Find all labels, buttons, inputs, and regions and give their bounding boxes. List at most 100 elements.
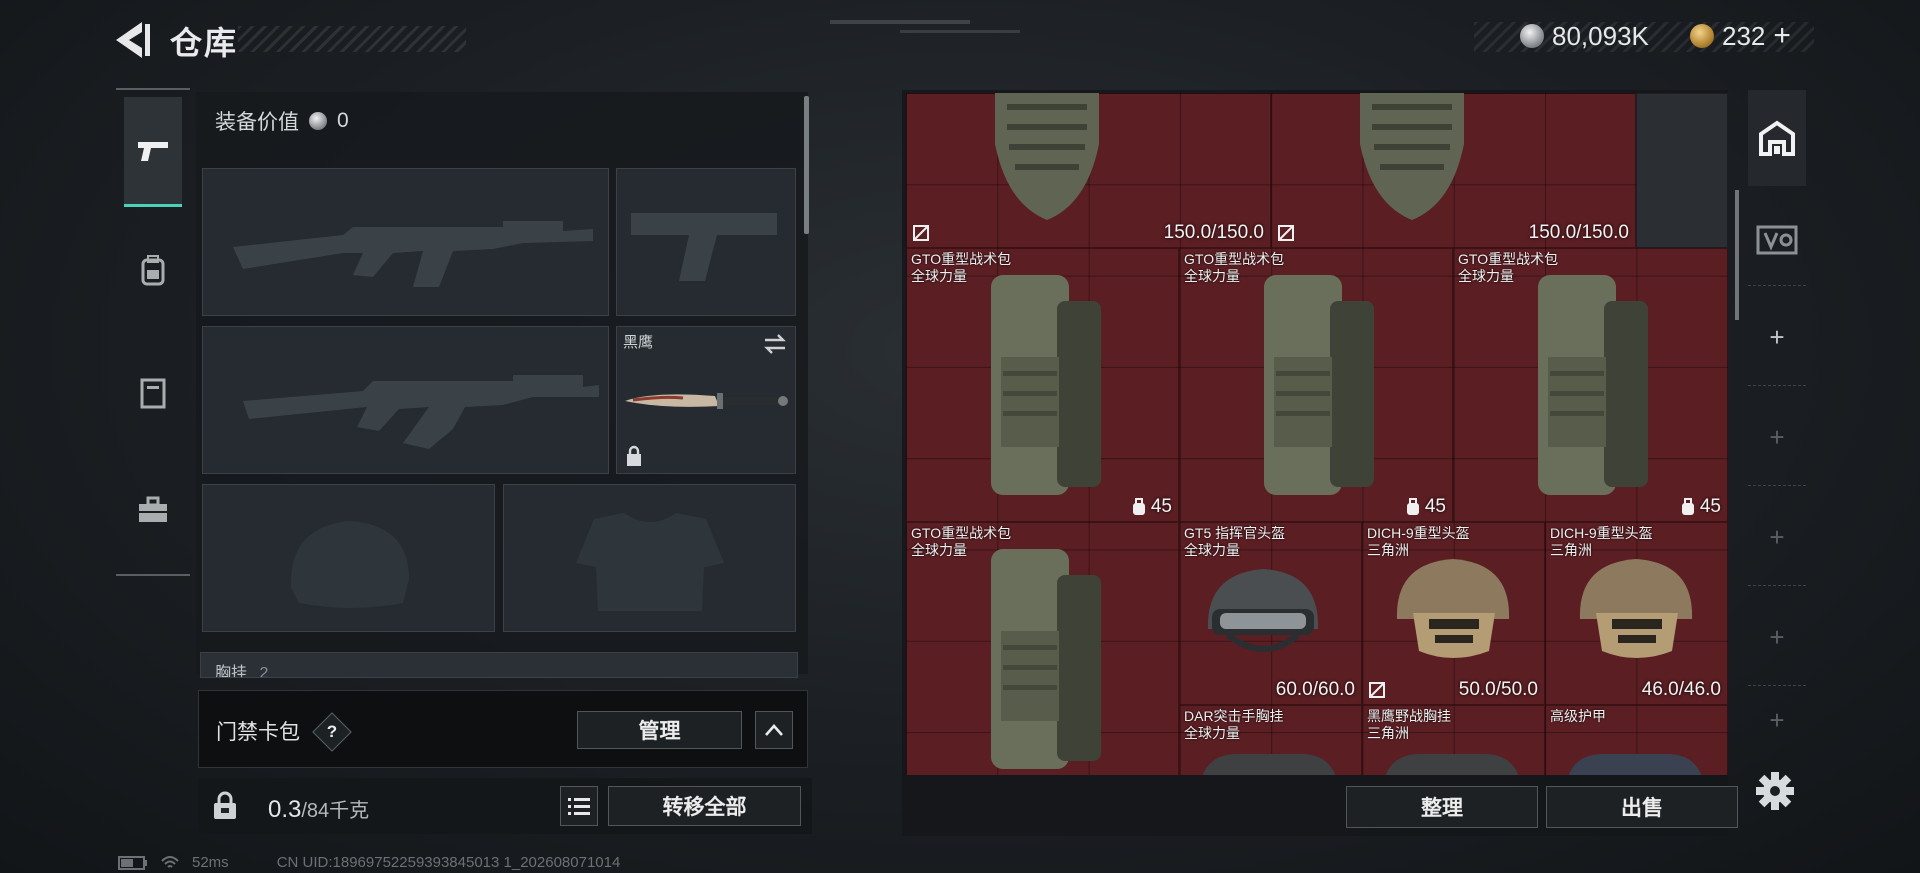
stash-page-rail: + + + + + xyxy=(1748,90,1806,750)
gear-icon xyxy=(1756,772,1794,810)
tab-locker[interactable] xyxy=(124,338,182,448)
stash-item[interactable]: DICH-9重型头盔 三角洲 50.0/50.0 xyxy=(1362,522,1545,705)
backpack-icon xyxy=(141,255,165,286)
item-name: 黑鹰野战胸挂 三角洲 xyxy=(1367,708,1451,741)
chevron-left-icon xyxy=(116,22,150,58)
stash-lock-button[interactable] xyxy=(205,784,245,828)
helmet-slot[interactable] xyxy=(202,484,495,632)
locker-icon xyxy=(140,378,166,409)
primary-weapon-slot[interactable] xyxy=(202,168,609,316)
stash-item[interactable]: DICH-9重型头盔 三角洲 46.0/46.0 xyxy=(1545,522,1728,705)
stash-item[interactable]: 高级护甲 xyxy=(1545,705,1728,775)
tab-weapons[interactable] xyxy=(124,97,182,207)
manage-button[interactable]: 管理 xyxy=(577,711,742,749)
page-title: 仓库 xyxy=(170,25,239,61)
collapse-button[interactable] xyxy=(755,711,793,749)
item-capacity: 45 xyxy=(1680,496,1721,518)
empty-cell[interactable] xyxy=(1636,93,1728,248)
item-capacity: 45 xyxy=(1131,496,1172,518)
stash-main-tab[interactable] xyxy=(1748,90,1806,186)
stash-item[interactable]: GTO重型战术包 全球力量 45 xyxy=(906,248,1179,522)
silver-currency: 80,093K xyxy=(1520,20,1649,52)
help-icon: ? xyxy=(326,722,338,741)
item-capacity: 45 xyxy=(1405,496,1446,518)
secondary-weapon-slot[interactable] xyxy=(202,326,609,474)
add-page-button[interactable]: + xyxy=(1748,590,1806,686)
tab-toolbox[interactable] xyxy=(124,455,182,565)
stash-item[interactable]: GTO重型战术包 全球力量 xyxy=(906,522,1179,775)
sidearm-slot[interactable] xyxy=(616,168,796,316)
gold-currency[interactable]: 232 + xyxy=(1690,19,1791,53)
add-page-button[interactable]: + xyxy=(1748,690,1806,750)
bag-capacity-icon xyxy=(1406,498,1419,515)
item-durability: 50.0/50.0 xyxy=(1458,679,1538,700)
silver-coin-icon xyxy=(309,112,327,130)
item-durability: 46.0/46.0 xyxy=(1641,679,1721,700)
status-bar: 52ms CN UID:18969752259393845013 1_20260… xyxy=(118,854,620,871)
add-page-button[interactable]: + xyxy=(1748,290,1806,386)
backpack-icon xyxy=(991,275,1101,495)
melee-slot-label: 黑鹰 xyxy=(623,334,654,351)
no-drop-icon xyxy=(913,225,929,241)
ping: 52ms xyxy=(192,854,229,871)
sell-button[interactable]: 出售 xyxy=(1546,786,1738,828)
helmet-icon xyxy=(1396,559,1510,658)
add-page-button[interactable]: + xyxy=(1748,490,1806,586)
carry-weight-current: 0.3 xyxy=(268,796,302,823)
no-drop-icon xyxy=(1369,682,1385,698)
back-button[interactable] xyxy=(112,18,152,62)
helmet-silhouette-icon xyxy=(290,521,409,608)
wifi-icon xyxy=(161,855,179,868)
light-streak xyxy=(830,20,970,24)
armor-vest-icon xyxy=(1568,754,1702,775)
stash-icon xyxy=(1759,120,1795,156)
list-view-button[interactable] xyxy=(560,786,598,826)
chest-rig-label: 胸挂 xyxy=(215,665,248,678)
keycard-title: 门禁卡包 xyxy=(216,721,300,744)
transfer-all-button[interactable]: 转移全部 xyxy=(608,786,801,826)
stash-scrollbar[interactable] xyxy=(1735,190,1739,320)
loadout-scrollbar[interactable] xyxy=(804,96,809,234)
carry-weight-max: /84千克 xyxy=(301,800,370,822)
equipment-value: 装备价值 0 xyxy=(215,106,349,136)
rifle-silhouette-icon xyxy=(233,221,593,287)
item-durability: 150.0/150.0 xyxy=(1528,222,1629,243)
armor-slot[interactable] xyxy=(503,484,796,632)
stash-locker-tab[interactable] xyxy=(1748,190,1806,286)
chevron-up-icon xyxy=(765,724,783,736)
add-page-button[interactable]: + xyxy=(1748,390,1806,486)
chest-rig-icon xyxy=(1385,754,1519,775)
pistol-silhouette-icon xyxy=(631,213,777,281)
item-name: DAR突击手胸挂 全球力量 xyxy=(1184,708,1284,741)
battery-icon xyxy=(118,855,147,870)
settings-button[interactable] xyxy=(1754,770,1796,812)
chest-rig-icon xyxy=(1202,754,1336,775)
item-name: 高级护甲 xyxy=(1550,708,1606,724)
item-name: GT5 指挥官头盔 全球力量 xyxy=(1184,525,1286,558)
stash-item[interactable]: 黑鹰野战胸挂 三角洲 xyxy=(1362,705,1545,775)
stash-item[interactable]: GT5 指挥官头盔 全球力量 60.0/60.0 xyxy=(1179,522,1362,705)
knife-icon xyxy=(625,393,788,409)
briefcase-icon xyxy=(139,496,167,522)
backpack-icon xyxy=(1538,275,1648,495)
armor-silhouette-icon xyxy=(576,513,724,611)
light-streak xyxy=(900,30,1020,33)
stash-item[interactable]: GTO重型战术包 全球力量 45 xyxy=(1453,248,1728,522)
pistol-icon xyxy=(138,141,168,161)
chest-rig-row[interactable]: 胸挂 2 xyxy=(200,652,798,678)
sort-button[interactable]: 整理 xyxy=(1346,786,1538,828)
stash-item[interactable]: GTO重型战术包 全球力量 45 xyxy=(1179,248,1453,522)
swap-icon[interactable] xyxy=(763,333,787,355)
padlock-icon xyxy=(214,791,236,819)
tab-backpack[interactable] xyxy=(124,215,182,325)
list-icon xyxy=(568,798,590,815)
chest-rig-count: 2 xyxy=(259,665,269,678)
backpack-icon xyxy=(991,549,1101,769)
stash-item[interactable]: 150.0/150.0 xyxy=(1271,93,1636,248)
bag-capacity-icon xyxy=(1681,498,1694,515)
stash-item[interactable]: 150.0/150.0 xyxy=(906,93,1271,248)
stash-item[interactable]: DAR突击手胸挂 全球力量 xyxy=(1179,705,1362,775)
melee-slot[interactable]: 黑鹰 xyxy=(616,326,796,474)
silver-amount: 80,093K xyxy=(1552,20,1649,51)
add-currency-button[interactable]: + xyxy=(1773,19,1791,53)
